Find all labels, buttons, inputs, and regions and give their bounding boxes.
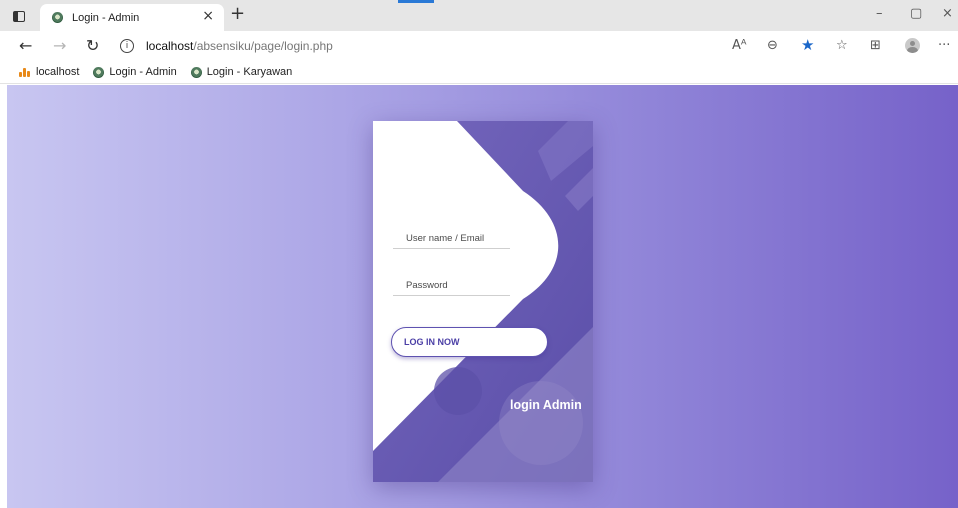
card-decoration [373, 121, 593, 482]
xampp-icon [19, 67, 31, 77]
login-button[interactable]: LOG IN NOW [391, 327, 548, 357]
bookmark-label: Login - Karyawan [206, 66, 293, 78]
site-favicon-icon [93, 66, 105, 78]
bookmark-login-admin[interactable]: Login - Admin [93, 66, 177, 78]
new-tab-button[interactable]: + [230, 3, 245, 24]
profile-avatar-icon[interactable] [905, 38, 920, 53]
tab-strip: Login - Admin × + – ▢ × [0, 0, 958, 31]
tab-actions-button[interactable] [6, 5, 32, 27]
site-favicon-icon [52, 12, 63, 23]
minimize-button[interactable]: – [876, 6, 883, 21]
login-card: LOG IN NOW login Admin [373, 121, 593, 482]
favorite-star-icon[interactable]: ★ [801, 36, 814, 54]
read-aloud-icon[interactable]: Aᴬ [732, 38, 747, 53]
active-tab[interactable]: Login - Admin × [40, 4, 224, 31]
bookmarks-bar: localhost Login - Admin Login - Karyawan [0, 61, 958, 84]
url-text[interactable]: localhost/absensiku/page/login.php [146, 39, 333, 53]
close-window-button[interactable]: × [942, 6, 953, 21]
bookmark-login-karyawan[interactable]: Login - Karyawan [190, 66, 293, 78]
collections-icon[interactable]: ⊞ [870, 38, 881, 53]
login-heading: login Admin [510, 398, 582, 412]
password-input[interactable] [393, 276, 510, 296]
refresh-button[interactable]: ↻ [86, 36, 99, 55]
address-bar[interactable]: i localhost/absensiku/page/login.php [112, 34, 952, 58]
more-menu-icon[interactable]: ··· [938, 38, 950, 53]
page-viewport: LOG IN NOW login Admin [7, 85, 958, 508]
url-host: localhost [146, 39, 194, 53]
site-favicon-icon [190, 66, 202, 78]
zoom-icon[interactable]: ⊖ [767, 38, 778, 53]
bookmark-label: Login - Admin [109, 66, 177, 78]
site-info-icon[interactable]: i [120, 39, 134, 53]
maximize-button[interactable]: ▢ [910, 6, 922, 21]
browser-chrome: Login - Admin × + – ▢ × ← → ↻ i localhos… [0, 0, 958, 88]
forward-button[interactable]: → [53, 36, 66, 55]
tab-close-icon[interactable]: × [202, 8, 214, 24]
tab-title: Login - Admin [72, 11, 140, 24]
tab-strip-accent [398, 0, 434, 3]
favorites-list-icon[interactable]: ☆ [836, 38, 848, 53]
back-button[interactable]: ← [19, 36, 32, 55]
tab-actions-icon [13, 10, 25, 22]
bookmark-localhost[interactable]: localhost [19, 66, 79, 78]
username-input[interactable] [393, 229, 510, 249]
url-path: /absensiku/page/login.php [193, 39, 333, 53]
browser-toolbar: ← → ↻ i localhost/absensiku/page/login.p… [0, 31, 958, 61]
bookmark-label: localhost [36, 66, 80, 78]
